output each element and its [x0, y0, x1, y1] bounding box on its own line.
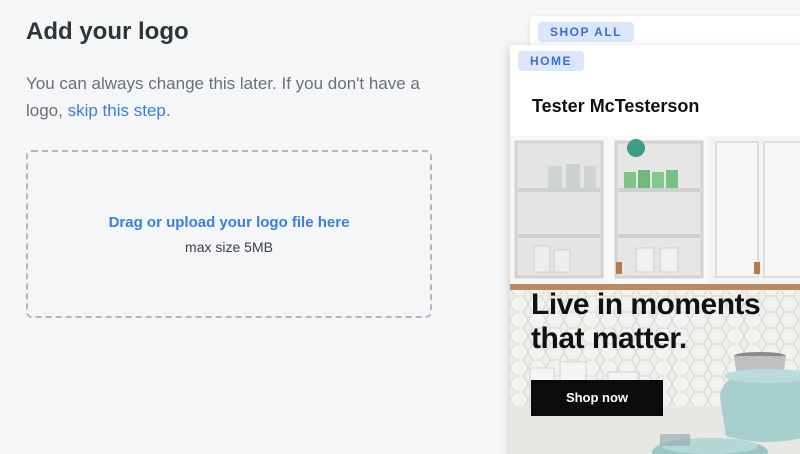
upload-prompt-link[interactable]: Drag or upload your logo file here	[28, 214, 430, 231]
store-name: Tester McTesterson	[532, 96, 700, 116]
hero-headline: Live in moments that matter.	[531, 288, 761, 355]
skip-step-link[interactable]: skip this step.	[68, 101, 171, 120]
page-description: You can always change this later. If you…	[26, 70, 426, 124]
shop-now-button[interactable]: Shop now	[531, 380, 663, 416]
hero-banner: Live in moments that matter. Shop now	[510, 136, 800, 454]
page-title: Add your logo	[26, 18, 189, 45]
logo-dropzone[interactable]: Drag or upload your logo file here max s…	[26, 150, 432, 318]
home-tab[interactable]: HOME	[518, 51, 584, 71]
shop-all-tab[interactable]: SHOP ALL	[538, 22, 635, 42]
preview-card-home: HOME Tester McTesterson Live in moments …	[510, 45, 800, 454]
max-size-text: max size 5MB	[185, 239, 273, 255]
